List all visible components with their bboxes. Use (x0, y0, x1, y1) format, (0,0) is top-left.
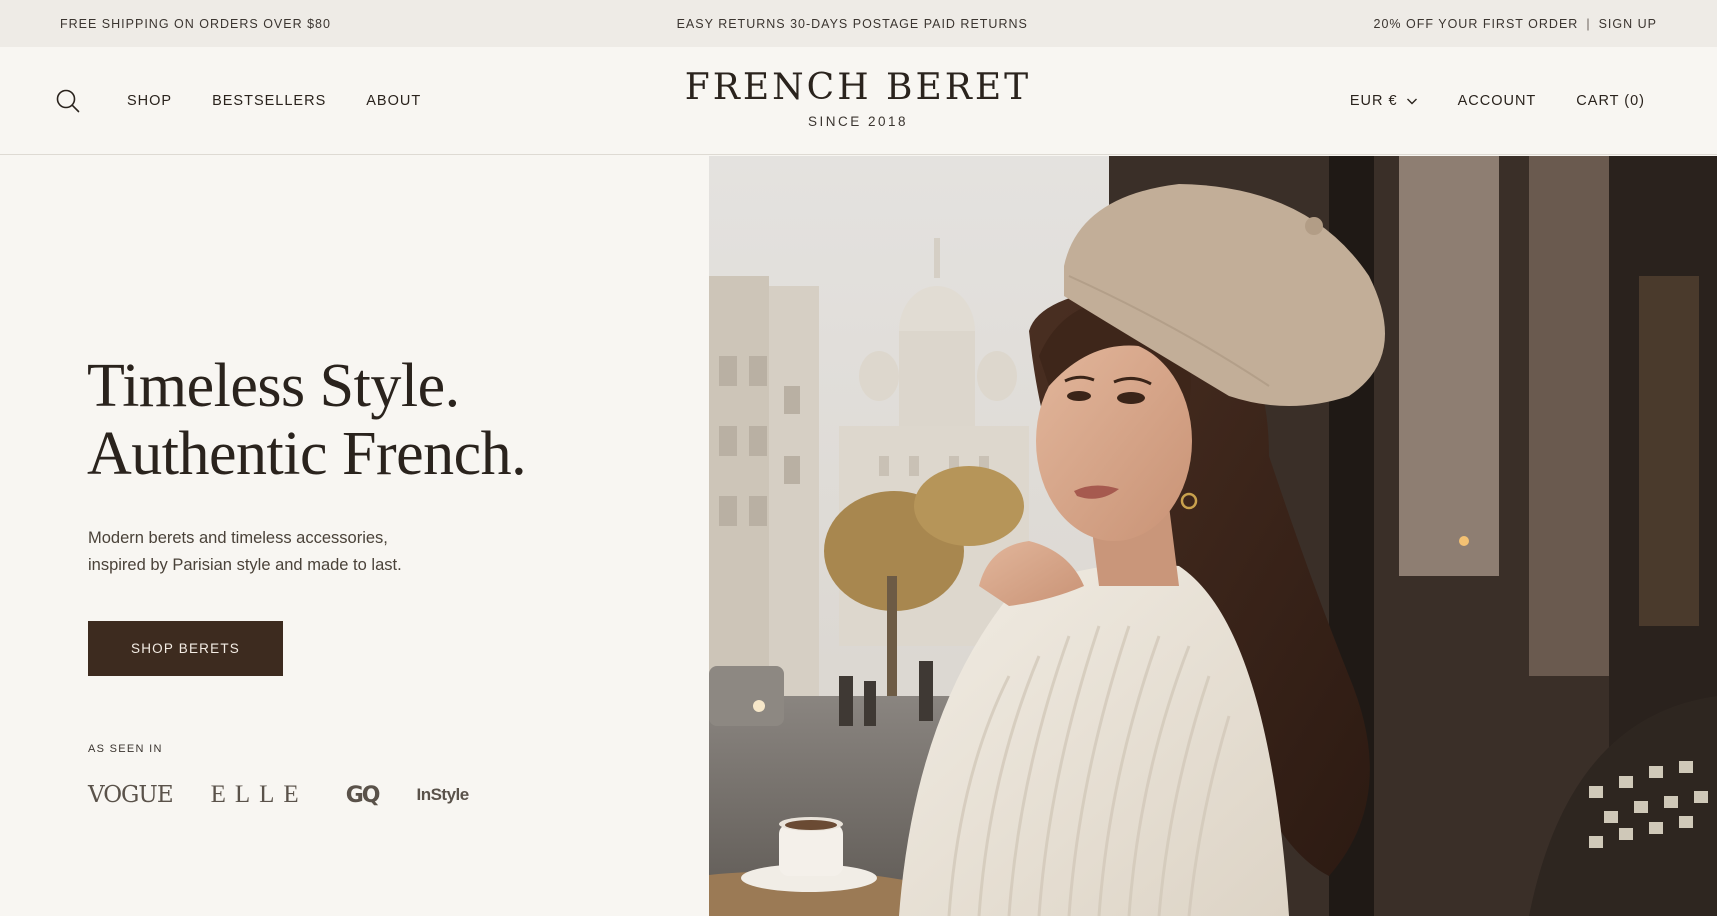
cart-link[interactable]: CART (0) (1576, 93, 1645, 109)
header-actions: EUR € ACCOUNT CART (0) (1350, 47, 1645, 155)
site-header: SHOP BESTSELLERS ABOUT FRENCH BERET SINC… (0, 47, 1717, 155)
sign-up-link[interactable]: SIGN UP (1599, 17, 1657, 31)
subcopy-line-2: inspired by Parisian style and made to l… (88, 556, 402, 574)
currency-label: EUR € (1349, 93, 1398, 109)
returns-notice: EASY RETURNS 30-DAYS POSTAGE PAID RETURN… (676, 16, 1028, 31)
brand-logo[interactable]: FRENCH BERET SINCE 2018 (658, 67, 1058, 129)
brand-name: FRENCH BERET (684, 67, 1032, 108)
offer-text: 20% OFF YOUR FIRST ORDER (1373, 16, 1579, 31)
press-logo-vogue: VOGUE (88, 782, 174, 808)
account-link[interactable]: ACCOUNT (1458, 93, 1537, 109)
chevron-down-icon (1406, 98, 1417, 105)
nav-bestsellers[interactable]: BESTSELLERS (212, 93, 326, 109)
hero-subcopy: Modern berets and timeless accessories, … (88, 525, 468, 579)
currency-selector[interactable]: EUR € (1350, 93, 1418, 109)
headline-line-2: Authentic French. (87, 420, 527, 488)
as-seen-in-label: AS SEEN IN (88, 743, 163, 755)
hero-image (709, 156, 1717, 916)
subcopy-line-1: Modern berets and timeless accessories, (88, 529, 388, 547)
shop-berets-button[interactable]: SHOP BERETS (88, 621, 283, 676)
offer-notice: 20% OFF YOUR FIRST ORDER | SIGN UP (1374, 17, 1657, 31)
brand-since: SINCE 2018 (807, 114, 909, 129)
press-logo-gq: GQ (345, 782, 381, 808)
announcement-bar: FREE SHIPPING ON ORDERS OVER $80 EASY RE… (0, 0, 1717, 47)
headline-line-1: Timeless Style. (87, 352, 460, 420)
press-logos: VOGUE ELLE GQ InStyle (88, 781, 469, 809)
nav-about[interactable]: ABOUT (366, 93, 421, 109)
shipping-notice: FREE SHIPPING ON ORDERS OVER $80 (60, 16, 331, 31)
nav-shop[interactable]: SHOP (127, 93, 172, 109)
offer-separator: | (1586, 16, 1591, 31)
hero-content: Timeless Style. Authentic French. Modern… (0, 156, 709, 916)
search-icon[interactable] (56, 89, 80, 113)
press-logo-instyle: InStyle (416, 785, 469, 804)
hero-photo-illustration (709, 156, 1717, 916)
hero-headline: Timeless Style. Authentic French. (87, 352, 527, 488)
main-nav: SHOP BESTSELLERS ABOUT (127, 47, 421, 155)
press-logo-elle: ELLE (210, 781, 308, 808)
